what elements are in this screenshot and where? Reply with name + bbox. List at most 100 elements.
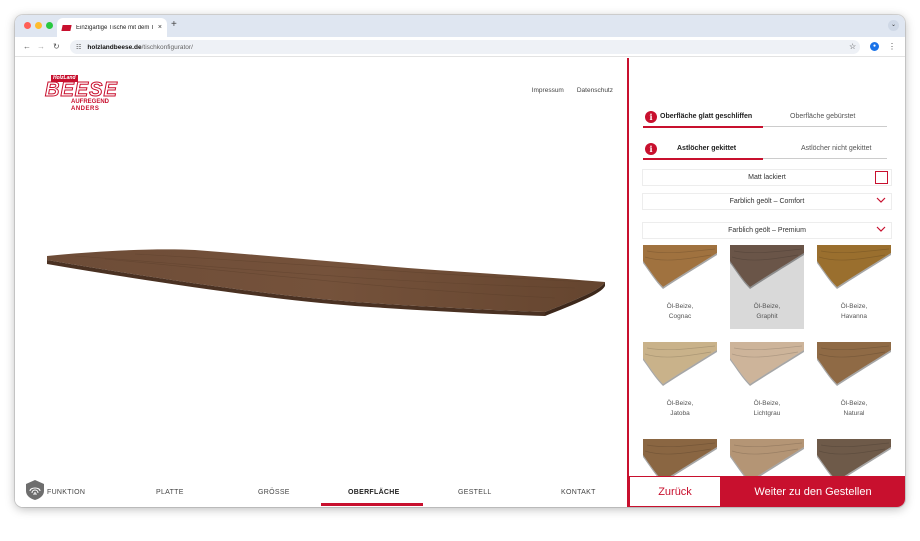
matt-lackiert-option[interactable]: Matt lackiert <box>643 170 891 185</box>
comfort-dropdown[interactable]: Farblich geölt – Comfort <box>643 194 891 209</box>
tab-search-icon[interactable]: ⌄ <box>888 20 899 31</box>
nav-kontakt[interactable]: KONTAKT <box>561 489 596 496</box>
swatch-label-line2: Lichtgrau <box>753 410 781 417</box>
active-option-underline <box>643 158 763 160</box>
maximize-window-button[interactable] <box>46 22 53 29</box>
active-step-indicator <box>321 503 423 506</box>
logo-aufregend-text: AUFREGEND <box>71 99 110 105</box>
tab-close-icon[interactable]: × <box>158 24 162 31</box>
wood-sample-surface <box>730 342 804 384</box>
swatch-label-line2: Havanna <box>840 313 868 320</box>
wood-sample-surface <box>817 342 891 384</box>
new-tab-button[interactable]: + <box>171 19 177 31</box>
swatch-label-line1: Öl-Beize, <box>666 303 694 310</box>
reload-icon[interactable]: ↻ <box>53 41 60 52</box>
comfort-label: Farblich geölt – Comfort <box>729 198 805 205</box>
browser-toolbar: ← → ↻ ☷ holzlandbeese.de /tischkonfigura… <box>15 37 905 57</box>
impressum-link[interactable]: Impressum <box>532 87 564 94</box>
wood-sample-surface <box>817 439 891 481</box>
browser-tab[interactable]: Einzigartige Tische mit dem T × <box>57 18 167 37</box>
header-links: Impressum Datenschutz <box>532 87 613 94</box>
stain-swatch[interactable]: Öl-Beize, Jatoba <box>643 342 717 426</box>
option-gebuerstet[interactable]: Oberfläche gebürstet <box>790 113 855 120</box>
swatch-label-line2: Jatoba <box>670 410 690 417</box>
datenschutz-link[interactable]: Datenschutz <box>577 87 613 94</box>
premium-label: Farblich geölt – Premium <box>728 227 806 234</box>
premium-dropdown[interactable]: Farblich geölt – Premium <box>643 223 891 238</box>
option-glatt-geschliffen[interactable]: Oberfläche glatt geschliffen <box>660 113 752 120</box>
page-content: HolzLand BEESE AUFREGEND ANDERS Impressu… <box>15 58 905 507</box>
nav-groesse[interactable]: GRÖSSE <box>258 489 290 496</box>
knothole-option-row: i Astlöcher gekittet Astlöcher nicht gek… <box>643 139 891 160</box>
info-icon[interactable]: i <box>645 111 657 123</box>
matt-lackiert-checkbox[interactable] <box>875 171 888 184</box>
swatch-label-line1: Öl-Beize, <box>840 303 868 310</box>
config-panel: i Oberfläche glatt geschliffen Oberfläch… <box>629 58 905 507</box>
tabletop-3d-model[interactable] <box>15 238 627 328</box>
chevron-down-icon <box>876 197 886 203</box>
stain-swatch-grid: Öl-Beize, Cognac Öl-Beize, Graphit Öl-Beize,… <box>643 245 891 488</box>
swatch-label-line1: Öl-Beize, <box>666 400 694 407</box>
stain-swatch[interactable]: Öl-Beize, Havanna <box>817 245 891 329</box>
stain-swatch[interactable]: Öl-Beize, Cognac <box>643 245 717 329</box>
nav-platte[interactable]: PLATTE <box>156 489 184 496</box>
stain-swatch[interactable]: Öl-Beize, Lichtgrau <box>730 342 804 426</box>
matt-lackiert-label: Matt lackiert <box>748 174 786 181</box>
browser-window: Einzigartige Tische mit dem T × + ⌄ ← → … <box>15 15 905 507</box>
info-icon[interactable]: i <box>645 143 657 155</box>
minimize-window-button[interactable] <box>35 22 42 29</box>
chevron-down-icon <box>876 226 886 232</box>
swatch-label-line1: Öl-Beize, <box>753 303 781 310</box>
wood-sample-image <box>643 245 717 289</box>
forward-arrow-icon[interactable]: → <box>37 41 45 52</box>
profile-icon[interactable]: ● <box>870 42 879 51</box>
option-astloecher-nicht-gekittet[interactable]: Astlöcher nicht gekittet <box>801 145 871 152</box>
configurator-step-nav: FUNKTION PLATTE GRÖSSE OBERFLÄCHE GESTEL… <box>15 478 627 507</box>
wood-sample-image <box>817 245 891 289</box>
inactive-option-underline <box>763 126 887 127</box>
favicon-icon <box>61 24 72 31</box>
tab-title: Einzigartige Tische mit dem T <box>76 24 154 31</box>
logo-anders-text: ANDERS <box>71 106 100 112</box>
nav-oberflaeche[interactable]: OBERFLÄCHE <box>348 489 400 496</box>
swatch-label: Öl-Beize, Cognac <box>643 302 717 322</box>
swatch-label: Öl-Beize, Lichtgrau <box>730 399 804 419</box>
stain-swatch[interactable]: Öl-Beize, Natural <box>817 342 891 426</box>
stain-swatch[interactable]: Öl-Beize, Graphit <box>730 245 804 329</box>
close-window-button[interactable] <box>24 22 31 29</box>
site-info-icon[interactable]: ☷ <box>76 44 81 51</box>
wood-sample-surface <box>817 245 891 287</box>
option-astloecher-gekittet[interactable]: Astlöcher gekittet <box>677 145 736 152</box>
fingerprint-logo-icon <box>26 480 44 500</box>
wood-sample-surface <box>643 245 717 287</box>
wood-sample-image <box>730 342 804 386</box>
url-domain: holzlandbeese.de <box>87 43 142 51</box>
logo-beese-text: BEESE <box>45 79 118 101</box>
back-arrow-icon[interactable]: ← <box>23 41 31 52</box>
wood-sample-surface <box>730 439 804 481</box>
3d-viewer[interactable]: HolzLand BEESE AUFREGEND ANDERS Impressu… <box>15 58 627 507</box>
next-to-frames-button[interactable]: Weiter zu den Gestellen <box>721 476 905 507</box>
swatch-label: Öl-Beize, Graphit <box>730 302 804 322</box>
wood-sample-image <box>730 245 804 289</box>
address-bar[interactable]: ☷ holzlandbeese.de /tischkonfigurator/ <box>70 40 860 54</box>
swatch-label-line2: Graphit <box>756 313 778 320</box>
bookmark-star-icon[interactable]: ☆ <box>849 41 856 52</box>
brand-logo[interactable]: HolzLand BEESE AUFREGEND ANDERS <box>45 75 117 115</box>
swatch-label: Öl-Beize, Natural <box>817 399 891 419</box>
swatch-label-line2: Natural <box>843 410 865 417</box>
surface-option-row: i Oberfläche glatt geschliffen Oberfläch… <box>643 107 891 128</box>
swatch-label: Öl-Beize, Jatoba <box>643 399 717 419</box>
url-path: /tischkonfigurator/ <box>141 43 193 51</box>
swatch-label-line1: Öl-Beize, <box>840 400 868 407</box>
wood-sample-surface <box>730 245 804 287</box>
wood-sample-surface <box>643 342 717 384</box>
browser-titlebar: Einzigartige Tische mit dem T × + ⌄ <box>15 15 905 37</box>
wood-sample-image <box>643 342 717 386</box>
swatch-label-line1: Öl-Beize, <box>753 400 781 407</box>
nav-gestell[interactable]: GESTELL <box>458 489 492 496</box>
back-button[interactable]: Zurück <box>629 476 721 507</box>
nav-funktion[interactable]: FUNKTION <box>47 489 85 496</box>
active-option-underline <box>643 126 763 128</box>
more-menu-icon[interactable]: ⋮ <box>888 41 896 52</box>
